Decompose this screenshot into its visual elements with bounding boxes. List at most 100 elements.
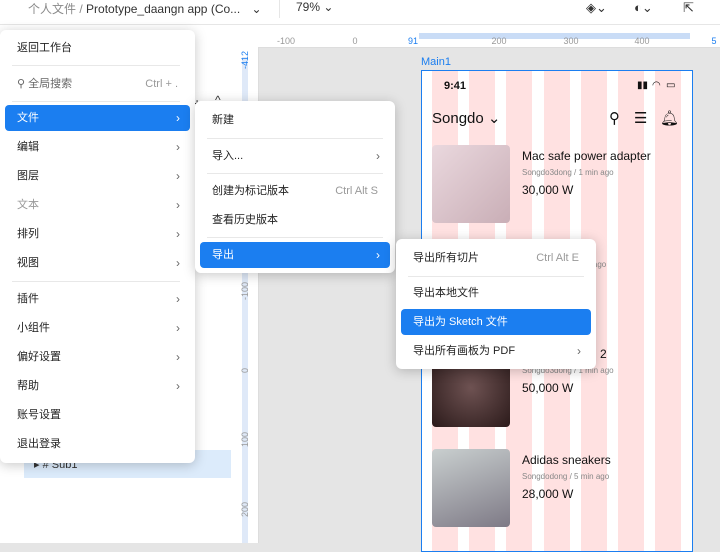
product-image: [432, 449, 510, 527]
shortcut-hint: Ctrl + .: [145, 78, 178, 90]
search-icon: ⚲: [17, 78, 26, 90]
chevron-right-icon: ›: [376, 149, 380, 163]
chevron-right-icon: ›: [176, 350, 180, 364]
menu-item-export-label: 导出: [212, 249, 234, 261]
menu-item-create-version-label: 创建为标记版本: [212, 185, 289, 197]
menu-item-export-slices[interactable]: 导出所有切片 Ctrl Alt E: [401, 245, 591, 271]
bell-icon: 🔔︎: [660, 110, 680, 127]
ruler-tick: 91: [407, 36, 419, 46]
menu-item-plugins-label: 插件: [17, 293, 39, 305]
menu-divider: [12, 281, 180, 282]
menu-item-help[interactable]: 帮助 ›: [5, 373, 190, 399]
chevron-right-icon: ›: [176, 169, 180, 183]
menu-divider: [12, 65, 180, 66]
menu-item-export-pdf-label: 导出所有画板为 PDF: [413, 345, 516, 357]
chevron-right-icon: ›: [176, 198, 180, 212]
menu-item-layer-label: 图层: [17, 170, 39, 182]
back-to-workspace[interactable]: 返回工作台: [5, 35, 190, 61]
ruler-tick: 5: [711, 36, 717, 46]
wifi-icon: ◠: [652, 80, 661, 91]
breadcrumb[interactable]: 个人文件 / Prototype_daangn app (Co... ⌄: [28, 0, 262, 17]
menu-item-arrange-label: 排列: [17, 228, 39, 240]
menu-item-history[interactable]: 查看历史版本: [200, 207, 390, 233]
menu-item-logout-label: 退出登录: [17, 438, 61, 450]
menu-item-export-pdf[interactable]: 导出所有画板为 PDF ›: [401, 338, 591, 364]
menu-item-export-sketch-label: 导出为 Sketch 文件: [413, 316, 508, 328]
menu-item-widgets-label: 小组件: [17, 322, 50, 334]
menu-item-export[interactable]: 导出 ›: [200, 242, 390, 268]
item-title: 2: [600, 347, 607, 361]
list-item: Adidas sneakers Songdodong / 5 min ago 2…: [432, 449, 687, 529]
item-subtitle: Songdodong / 5 min ago: [522, 472, 610, 481]
zoom-dropdown[interactable]: 79% ⌄: [296, 0, 333, 14]
chevron-right-icon: ›: [176, 256, 180, 270]
component-icon[interactable]: ◈⌄: [586, 0, 607, 15]
menu-item-export-sketch[interactable]: 导出为 Sketch 文件: [401, 309, 591, 335]
main-menu: 返回工作台 ⚲ 全局搜索 Ctrl + . 文件 › 编辑 › 图层 › 文本 › 排列…: [0, 30, 195, 463]
share-icon[interactable]: ⇱: [683, 0, 694, 15]
product-image: [432, 145, 510, 223]
ruler-tick: 100: [240, 431, 250, 447]
menu-item-help-label: 帮助: [17, 380, 39, 392]
menu-item-layer[interactable]: 图层 ›: [5, 163, 190, 189]
item-price: 30,000 W: [522, 183, 574, 197]
menu-item-file[interactable]: 文件 ›: [5, 105, 190, 131]
item-title: Adidas sneakers: [522, 453, 611, 467]
ruler-tick: -100: [240, 281, 250, 300]
ruler-tick: 300: [563, 36, 579, 46]
chevron-right-icon: ›: [176, 140, 180, 154]
chevron-right-icon: ›: [577, 344, 581, 358]
ruler-tick: 400: [634, 36, 650, 46]
item-price: 28,000 W: [522, 487, 574, 501]
item-subtitle: Songdo3dong / 1 min ago: [522, 168, 614, 177]
menu-item-arrange[interactable]: 排列 ›: [5, 221, 190, 247]
menu-item-create-version[interactable]: 创建为标记版本 Ctrl Alt S: [200, 178, 390, 204]
menu-item-account[interactable]: 账号设置: [5, 402, 190, 428]
menu-item-edit-label: 编辑: [17, 141, 39, 153]
menu-item-view-label: 视图: [17, 257, 39, 269]
menu-divider: [408, 276, 584, 277]
menu-divider: [12, 101, 180, 102]
menu-item-plugins[interactable]: 插件 ›: [5, 286, 190, 312]
chevron-right-icon: ›: [176, 321, 180, 335]
search-icon: ⚲: [609, 110, 620, 127]
export-submenu: 导出所有切片 Ctrl Alt E 导出本地文件 导出为 Sketch 文件 导出…: [396, 239, 596, 369]
chevron-down-icon[interactable]: ⌄: [252, 2, 262, 16]
global-search-label: 全局搜索: [28, 78, 73, 90]
ruler-tick: 0: [240, 367, 250, 373]
signal-icon: ▮▮: [637, 80, 649, 91]
menu-item-file-label: 文件: [17, 112, 39, 124]
frame-label[interactable]: Main1: [421, 56, 451, 68]
ruler-tick: 0: [352, 36, 358, 46]
menu-item-import-label: 导入...: [212, 150, 244, 162]
top-bar: 个人文件 / Prototype_daangn app (Co... ⌄ 79%…: [0, 0, 720, 25]
chevron-right-icon: ›: [176, 227, 180, 241]
global-search[interactable]: ⚲ 全局搜索 Ctrl + .: [5, 71, 190, 97]
menu-item-view[interactable]: 视图 ›: [5, 250, 190, 276]
menu-divider: [207, 237, 383, 238]
shortcut-hint: Ctrl Alt S: [335, 185, 378, 197]
shortcut-hint: Ctrl Alt E: [536, 252, 579, 264]
menu-item-text[interactable]: 文本 ›: [5, 192, 190, 218]
project-name[interactable]: Prototype_daangn app (Co...: [86, 2, 240, 16]
menu-item-widgets[interactable]: 小组件 ›: [5, 315, 190, 341]
menu-item-edit[interactable]: 编辑 ›: [5, 134, 190, 160]
chevron-right-icon: ›: [176, 111, 180, 125]
breadcrumb-team[interactable]: 个人文件: [28, 2, 76, 16]
ruler-tick: 200: [491, 36, 507, 46]
menu-item-new[interactable]: 新建: [200, 107, 390, 133]
menu-item-history-label: 查看历史版本: [212, 214, 278, 226]
menu-divider: [207, 138, 383, 139]
menu-item-text-label: 文本: [17, 199, 39, 211]
menu-item-preferences[interactable]: 偏好设置 ›: [5, 344, 190, 370]
item-price: 50,000 W: [522, 381, 574, 395]
menu-item-import[interactable]: 导入... ›: [200, 143, 390, 169]
theme-toggle-icon[interactable]: ◐⌄: [634, 0, 653, 15]
chevron-right-icon: ›: [376, 248, 380, 262]
menu-item-logout[interactable]: 退出登录: [5, 431, 190, 457]
location-title: Songdo ⌄: [432, 110, 501, 127]
menu-item-export-local[interactable]: 导出本地文件: [401, 280, 591, 306]
menu-item-new-label: 新建: [212, 114, 234, 126]
menu-item-account-label: 账号设置: [17, 409, 61, 421]
menu-item-export-slices-label: 导出所有切片: [413, 252, 479, 264]
